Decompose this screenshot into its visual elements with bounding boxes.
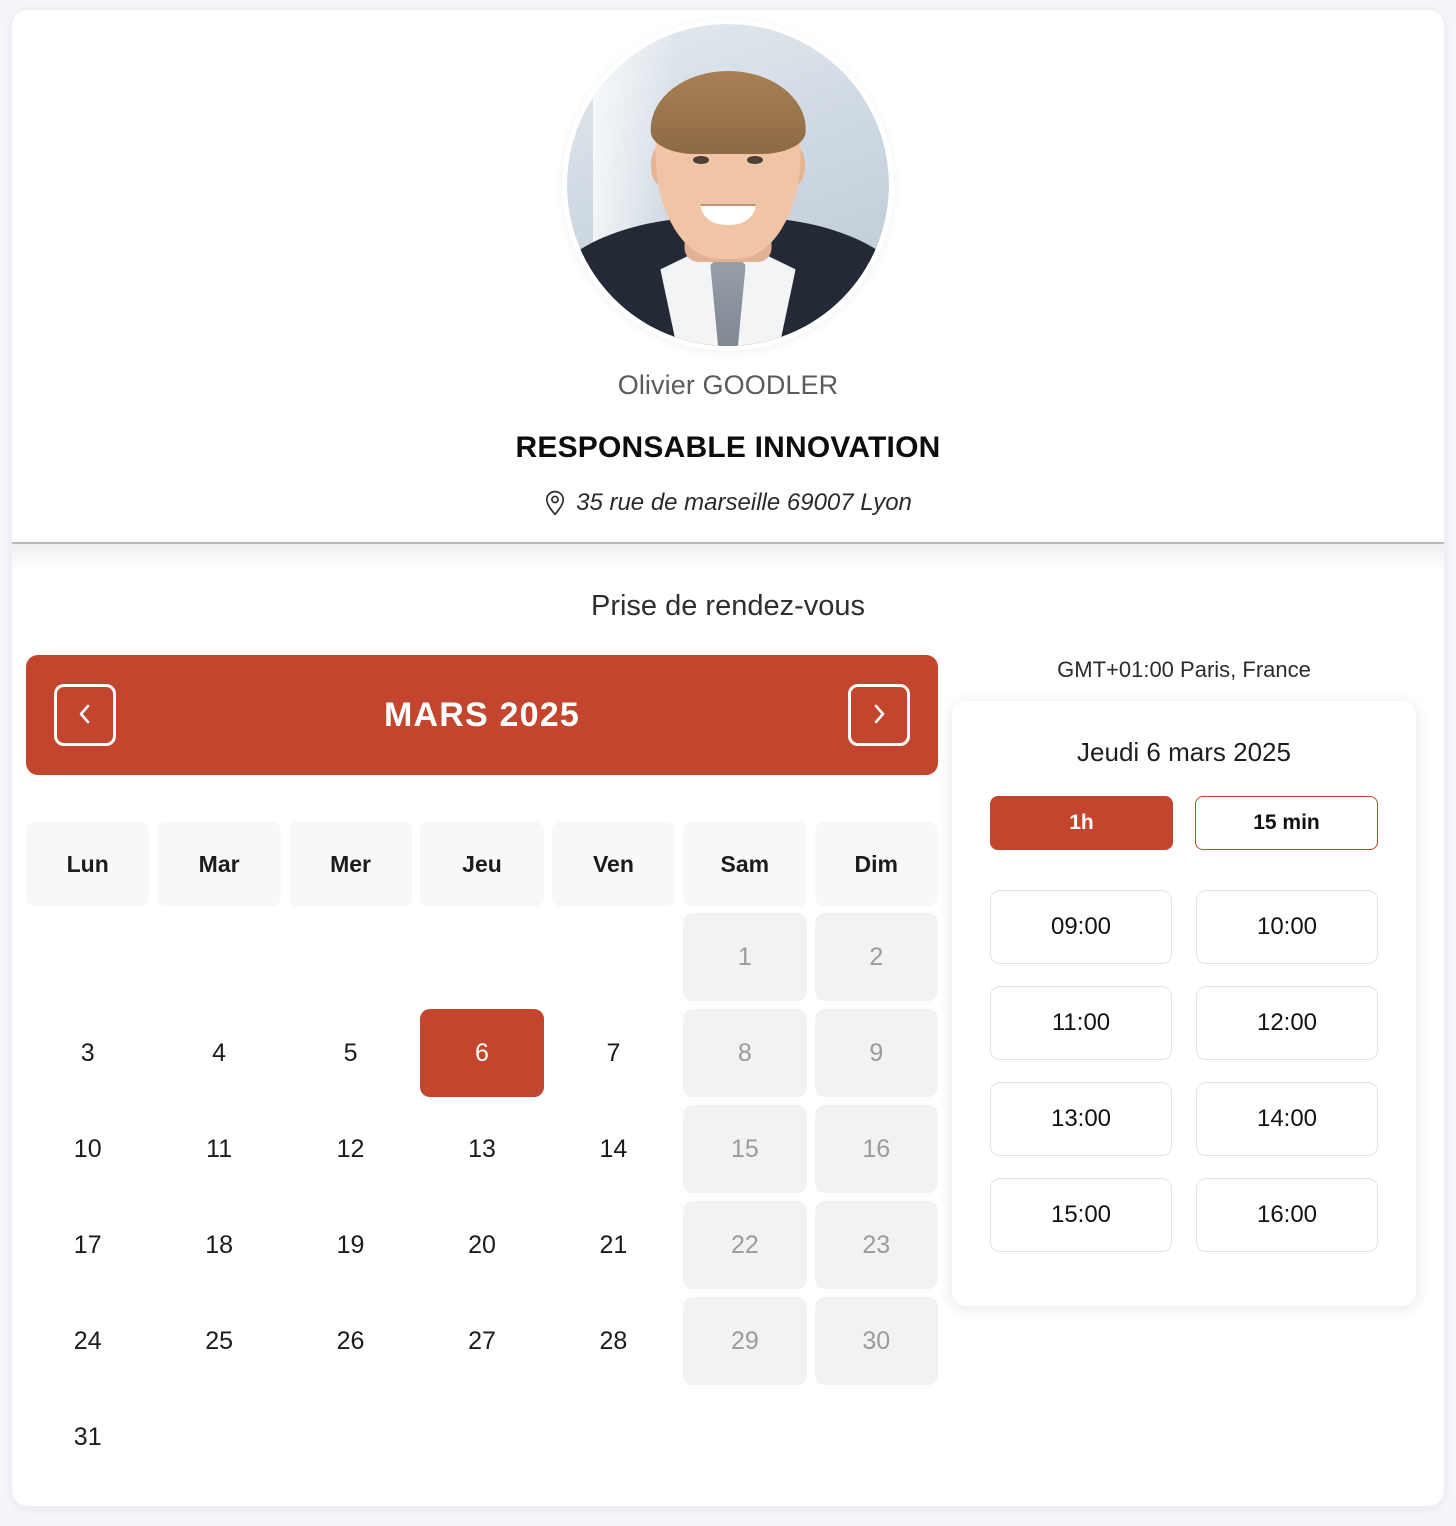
calendar-day-20[interactable]: 20 — [420, 1201, 543, 1289]
chevron-right-icon — [868, 701, 890, 730]
calendar-day-19[interactable]: 19 — [289, 1201, 412, 1289]
slots-card: Jeudi 6 mars 2025 1h 15 min 09:00 10:00 11:… — [952, 701, 1416, 1306]
calendar-day-headers: Lun Mar Mer Jeu Ven Sam Dim — [26, 821, 938, 907]
calendar-day-13[interactable]: 13 — [420, 1105, 543, 1193]
calendar-day-10[interactable]: 10 — [26, 1105, 149, 1193]
calendar-day-28[interactable]: 28 — [552, 1297, 675, 1385]
chevron-left-icon — [74, 701, 96, 730]
calendar-day-26[interactable]: 26 — [289, 1297, 412, 1385]
selected-date-label: Jeudi 6 mars 2025 — [1077, 737, 1291, 767]
calendar-day-17[interactable]: 17 — [26, 1201, 149, 1289]
booking-title: Prise de rendez-vous — [590, 590, 866, 622]
calendar-dow-jeu: Jeu — [420, 821, 544, 907]
duration-button-1h[interactable]: 1h — [990, 796, 1173, 850]
calendar-month-label: MARS 2025 — [384, 695, 580, 734]
booking-body: MARS 2025 Lun Mar Mer Jeu Ven Sam Dim 12345678… — [12, 623, 1444, 1481]
calendar-day-2[interactable]: 2 — [814, 913, 938, 1001]
avatar-photo — [567, 24, 889, 346]
calendar-dow-ven: Ven — [551, 821, 676, 907]
calendar-day-1[interactable]: 1 — [683, 913, 807, 1001]
calendar-empty-cell — [289, 913, 412, 1001]
calendar-day-21[interactable]: 21 — [552, 1201, 675, 1289]
calendar-empty-cell — [420, 913, 543, 1001]
calendar-header: MARS 2025 — [26, 655, 938, 775]
calendar-dow-mer: Mer — [288, 821, 413, 907]
calendar-day-6[interactable]: 6 — [420, 1009, 544, 1097]
calendar-empty-cell — [552, 913, 675, 1001]
prev-month-button[interactable] — [54, 684, 116, 746]
booking-section: Prise de rendez-vous MARS 2025 Lun Mar M… — [12, 542, 1444, 1481]
calendar-day-23[interactable]: 23 — [814, 1201, 938, 1289]
profile-header: Olivier GOODLER RESPONSABLE INNOVATION 3… — [12, 10, 1444, 542]
slots-column: GMT+01:00 Paris, France Jeudi 6 mars 202… — [952, 655, 1432, 1306]
calendar-empty-cell — [157, 913, 280, 1001]
calendar-day-29[interactable]: 29 — [683, 1297, 807, 1385]
time-slot-1300[interactable]: 13:00 — [990, 1082, 1172, 1156]
calendar-dow-mar: Mar — [157, 821, 281, 907]
calendar-empty-cell — [26, 913, 149, 1001]
calendar-day-30[interactable]: 30 — [814, 1297, 938, 1385]
calendar-day-4[interactable]: 4 — [157, 1009, 280, 1097]
profile-name: Olivier GOODLER — [617, 370, 839, 400]
time-slot-0900[interactable]: 09:00 — [990, 890, 1172, 964]
time-slot-1200[interactable]: 12:00 — [1196, 986, 1378, 1060]
avatar — [567, 24, 889, 346]
profile-address: 35 rue de marseille 69007 Lyon — [12, 489, 1444, 517]
location-pin-icon — [544, 490, 566, 516]
profile-role: RESPONSABLE INNOVATION — [515, 431, 941, 464]
booking-card: Olivier GOODLER RESPONSABLE INNOVATION 3… — [12, 10, 1444, 1506]
calendar-dow-sam: Sam — [683, 821, 807, 907]
calendar-day-8[interactable]: 8 — [683, 1009, 807, 1097]
calendar-day-14[interactable]: 14 — [552, 1105, 675, 1193]
calendar-day-18[interactable]: 18 — [157, 1201, 280, 1289]
next-month-button[interactable] — [848, 684, 910, 746]
timezone-label: GMT+01:00 Paris, France — [1057, 657, 1311, 682]
time-slot-grid: 09:00 10:00 11:00 12:00 13:00 14:00 15:00 16:00 — [990, 890, 1378, 1252]
time-slot-1400[interactable]: 14:00 — [1196, 1082, 1378, 1156]
calendar-dow-lun: Lun — [26, 821, 150, 907]
calendar-day-27[interactable]: 27 — [420, 1297, 543, 1385]
calendar-day-11[interactable]: 11 — [157, 1105, 280, 1193]
time-slot-1500[interactable]: 15:00 — [990, 1178, 1172, 1252]
calendar: MARS 2025 Lun Mar Mer Jeu Ven Sam Dim 12345678… — [12, 655, 952, 1481]
time-slot-1000[interactable]: 10:00 — [1196, 890, 1378, 964]
calendar-day-25[interactable]: 25 — [157, 1297, 280, 1385]
calendar-day-7[interactable]: 7 — [552, 1009, 675, 1097]
calendar-day-5[interactable]: 5 — [289, 1009, 412, 1097]
calendar-day-22[interactable]: 22 — [683, 1201, 807, 1289]
page-root: Olivier GOODLER RESPONSABLE INNOVATION 3… — [0, 0, 1456, 1526]
calendar-day-3[interactable]: 3 — [26, 1009, 149, 1097]
calendar-day-9[interactable]: 9 — [814, 1009, 938, 1097]
calendar-day-grid: 1 2 3 4 5 6 7 8 9 10 11 12 13 14 15 16 17 18 19 20 21 22 23 24 2… — [26, 913, 938, 1481]
calendar-day-12[interactable]: 12 — [289, 1105, 412, 1193]
calendar-dow-dim: Dim — [814, 821, 938, 907]
duration-selector: 1h 15 min — [990, 796, 1378, 850]
time-slot-1100[interactable]: 11:00 — [990, 986, 1172, 1060]
calendar-day-31[interactable]: 31 — [26, 1393, 149, 1481]
calendar-day-24[interactable]: 24 — [26, 1297, 149, 1385]
profile-address-text: 35 rue de marseille 69007 Lyon — [576, 489, 912, 516]
duration-button-15-min[interactable]: 15 min — [1195, 796, 1378, 850]
calendar-day-16[interactable]: 16 — [814, 1105, 938, 1193]
time-slot-1600[interactable]: 16:00 — [1196, 1178, 1378, 1252]
calendar-day-15[interactable]: 15 — [683, 1105, 807, 1193]
